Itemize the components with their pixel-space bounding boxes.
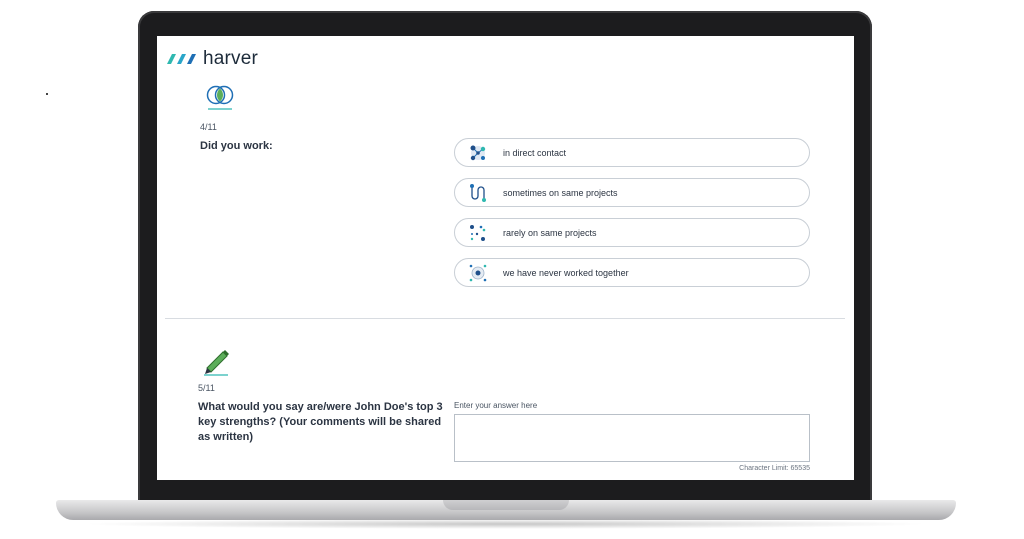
answer-field-label: Enter your answer here: [454, 401, 538, 410]
path-connector-icon: [467, 182, 489, 204]
laptop-notch: [443, 500, 569, 510]
target-dots-icon: [467, 262, 489, 284]
scattered-dots-icon: [467, 222, 489, 244]
option-direct-contact[interactable]: in direct contact: [454, 138, 810, 167]
laptop-shadow: [80, 519, 930, 529]
pencil-icon: [204, 350, 229, 376]
option-never-worked-together[interactable]: we have never worked together: [454, 258, 810, 287]
option-label: we have never worked together: [503, 267, 629, 278]
option-label: rarely on same projects: [503, 227, 597, 238]
network-nodes-icon: [467, 142, 489, 164]
app-screen: harver 4/11 Did you work: in direct cont…: [157, 36, 854, 480]
stray-dot: [46, 93, 48, 95]
question-counter: 5/11: [198, 383, 215, 393]
option-rarely-same-projects[interactable]: rarely on same projects: [454, 218, 810, 247]
question-text: Did you work:: [200, 140, 273, 152]
character-limit: Character Limit: 65535: [739, 465, 810, 472]
brand-name: harver: [203, 48, 259, 69]
answer-textarea[interactable]: [454, 414, 810, 462]
harver-logo-mark-icon: [167, 54, 196, 64]
question-text: What would you say are/were John Doe's t…: [198, 401, 443, 443]
harver-logo: harver: [165, 48, 258, 70]
option-label: sometimes on same projects: [503, 187, 618, 198]
venn-circles-icon: [206, 85, 234, 110]
question-counter: 4/11: [200, 122, 217, 132]
section-divider: [165, 318, 845, 319]
option-label: in direct contact: [503, 147, 567, 158]
option-sometimes-same-projects[interactable]: sometimes on same projects: [454, 178, 810, 207]
